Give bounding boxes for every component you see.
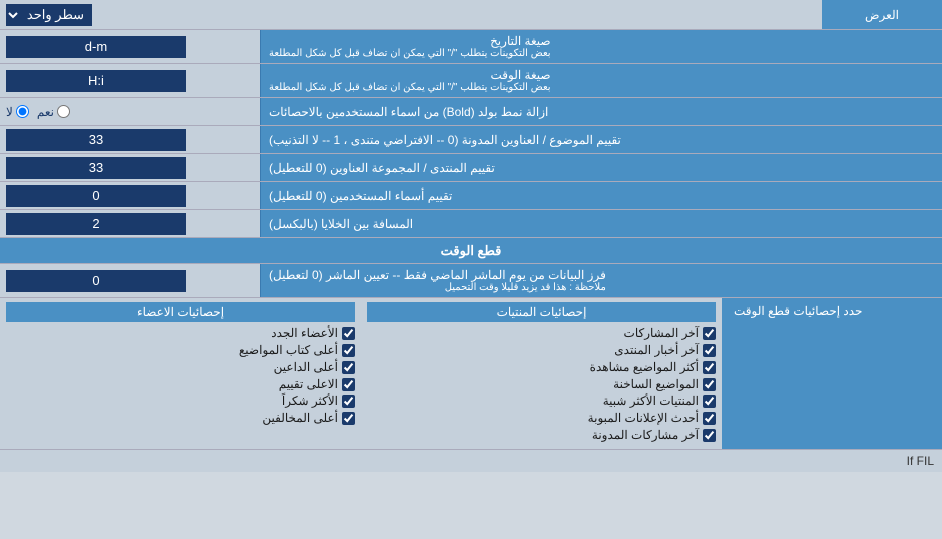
cutoff-input[interactable] [6, 270, 186, 292]
stat-post-4-checkbox[interactable] [703, 395, 716, 408]
post-stats-header: إحصائيات المنتيات [367, 302, 716, 322]
stat-member-1-checkbox[interactable] [342, 344, 355, 357]
stat-member-3-label: الاعلى تقييم [279, 377, 338, 391]
stat-post-1-label: آخر أخبار المنتدى [614, 343, 699, 357]
stat-post-6-label: آخر مشاركات المدونة [592, 428, 699, 442]
stat-post-4: المنتيات الأكثر شبية [367, 394, 716, 408]
bold-yes-radio[interactable] [57, 105, 70, 118]
section-title: العرض [822, 0, 942, 29]
users-sort-label: تقييم أسماء المستخدمين (0 للتعطيل) [260, 182, 942, 209]
stat-post-3-checkbox[interactable] [703, 378, 716, 391]
mode-select[interactable]: سطر واحد [6, 4, 92, 26]
time-format-row: صيغة الوقت بعض التكوينات يتطلب "/" التي … [0, 64, 942, 98]
stat-member-3-checkbox[interactable] [342, 378, 355, 391]
topics-sort-row: تقييم الموضوع / العناوين المدونة (0 -- ا… [0, 126, 942, 154]
bottom-note: If FIL [0, 450, 942, 472]
users-sort-input[interactable] [6, 185, 186, 207]
stat-post-1: آخر أخبار المنتدى [367, 343, 716, 357]
date-format-row: صيغة التاريخ بعض التكوينات يتطلب "/" الت… [0, 30, 942, 64]
stat-member-5-checkbox[interactable] [342, 412, 355, 425]
cell-spacing-input-cell [0, 210, 260, 237]
stat-post-2-checkbox[interactable] [703, 361, 716, 374]
main-container: العرض سطر واحد صيغة التاريخ بعض التكوينا… [0, 0, 942, 472]
stat-post-2: أكثر المواضيع مشاهدة [367, 360, 716, 374]
stat-member-4-label: الأكثر شكراً [282, 394, 338, 408]
bold-no-radio[interactable] [16, 105, 29, 118]
time-format-label: صيغة الوقت بعض التكوينات يتطلب "/" التي … [260, 64, 942, 97]
cutoff-label: فرز البيانات من يوم الماشر الماضي فقط --… [260, 264, 942, 297]
date-format-label: صيغة التاريخ بعض التكوينات يتطلب "/" الت… [260, 30, 942, 63]
stat-post-0-checkbox[interactable] [703, 327, 716, 340]
stat-post-0-label: آخر المشاركات [624, 326, 699, 340]
stat-member-0-checkbox[interactable] [342, 327, 355, 340]
post-stats-col: إحصائيات المنتيات آخر المشاركات آخر أخبا… [361, 298, 722, 449]
stat-post-1-checkbox[interactable] [703, 344, 716, 357]
stat-member-2-checkbox[interactable] [342, 361, 355, 374]
bold-yes-label[interactable]: نعم [37, 105, 70, 119]
stat-member-0-label: الأعضاء الجدد [271, 326, 338, 340]
stat-post-2-label: أكثر المواضيع مشاهدة [590, 360, 699, 374]
bold-remove-label: ازالة نمط بولد (Bold) من اسماء المستخدمي… [260, 98, 942, 125]
stat-member-0: الأعضاء الجدد [6, 326, 355, 340]
limit-label: حدد إحصائيات قطع الوقت [722, 298, 942, 449]
date-format-input-cell [0, 30, 260, 63]
forum-sort-input[interactable] [6, 157, 186, 179]
stat-member-5: أعلى المخالفين [6, 411, 355, 425]
stat-member-5-label: أعلى المخالفين [262, 411, 338, 425]
stat-post-5-checkbox[interactable] [703, 412, 716, 425]
time-format-input[interactable] [6, 70, 186, 92]
stat-member-1-label: أعلى كتاب المواضيع [239, 343, 338, 357]
cell-spacing-row: المسافة بين الخلايا (بالبكسل) [0, 210, 942, 238]
stat-post-5: أحدث الإعلانات المبوبة [367, 411, 716, 425]
stat-post-0: آخر المشاركات [367, 326, 716, 340]
stat-member-3: الاعلى تقييم [6, 377, 355, 391]
member-stats-col: إحصائيات الاعضاء الأعضاء الجدد أعلى كتاب… [0, 298, 361, 449]
cutoff-row: فرز البيانات من يوم الماشر الماضي فقط --… [0, 264, 942, 298]
member-stats-header: إحصائيات الاعضاء [6, 302, 355, 322]
stat-member-1: أعلى كتاب المواضيع [6, 343, 355, 357]
stat-post-5-label: أحدث الإعلانات المبوبة [588, 411, 699, 425]
stats-section: حدد إحصائيات قطع الوقت إحصائيات المنتيات… [0, 298, 942, 450]
stat-member-4-checkbox[interactable] [342, 395, 355, 408]
topics-sort-input-cell [0, 126, 260, 153]
forum-sort-row: تقييم المنتدى / المجموعة العناوين (0 للت… [0, 154, 942, 182]
stat-post-3: المواضيع الساخنة [367, 377, 716, 391]
bold-remove-row: ازالة نمط بولد (Bold) من اسماء المستخدمي… [0, 98, 942, 126]
cutoff-input-cell [0, 264, 260, 297]
stat-member-2: أعلى الداعين [6, 360, 355, 374]
users-sort-input-cell [0, 182, 260, 209]
topics-sort-label: تقييم الموضوع / العناوين المدونة (0 -- ا… [260, 126, 942, 153]
topics-sort-input[interactable] [6, 129, 186, 151]
header-row: العرض سطر واحد [0, 0, 942, 30]
stat-member-4: الأكثر شكراً [6, 394, 355, 408]
stat-post-3-label: المواضيع الساخنة [613, 377, 699, 391]
stat-post-4-label: المنتيات الأكثر شبية [603, 394, 699, 408]
forum-sort-input-cell [0, 154, 260, 181]
bold-remove-input-cell: نعم لا [0, 98, 260, 125]
users-sort-row: تقييم أسماء المستخدمين (0 للتعطيل) [0, 182, 942, 210]
stat-member-2-label: أعلى الداعين [274, 360, 338, 374]
time-format-input-cell [0, 64, 260, 97]
cell-spacing-label: المسافة بين الخلايا (بالبكسل) [260, 210, 942, 237]
stat-post-6-checkbox[interactable] [703, 429, 716, 442]
forum-sort-label: تقييم المنتدى / المجموعة العناوين (0 للت… [260, 154, 942, 181]
date-format-input[interactable] [6, 36, 186, 58]
stat-post-6: آخر مشاركات المدونة [367, 428, 716, 442]
cell-spacing-input[interactable] [6, 213, 186, 235]
bold-no-label[interactable]: لا [6, 105, 29, 119]
cutoff-section-header: قطع الوقت [0, 238, 942, 264]
